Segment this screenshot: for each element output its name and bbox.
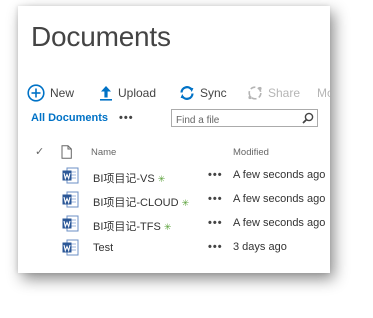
file-name[interactable]: BI项目记-VS ✳ <box>93 170 165 186</box>
file-name-text: BI项目记-CLOUD <box>93 197 179 209</box>
document-icon <box>61 145 72 164</box>
file-row[interactable]: BI项目记-VS ✳ ••• A few seconds ago <box>18 166 330 188</box>
sync-icon <box>179 85 195 101</box>
plus-circle-icon <box>27 84 45 102</box>
file-name-text: BI项目记-TFS <box>93 221 161 233</box>
file-more-button[interactable]: ••• <box>208 169 223 181</box>
sync-button[interactable]: Sync <box>179 82 227 104</box>
file-name[interactable]: BI项目记-CLOUD ✳ <box>93 194 189 210</box>
upload-label: Upload <box>118 86 157 100</box>
new-item-icon: ✳ <box>157 174 166 184</box>
file-row[interactable]: BI项目记-CLOUD ✳ ••• A few seconds ago <box>18 190 330 212</box>
file-row[interactable]: BI项目记-TFS ✳ ••• A few seconds ago <box>18 214 330 236</box>
view-options-button[interactable]: ••• <box>119 112 134 124</box>
file-name[interactable]: Test <box>93 242 113 254</box>
file-more-button[interactable]: ••• <box>208 193 223 205</box>
select-all-checkbox[interactable]: ✓ <box>35 145 44 158</box>
list-header: ✓ Name Modified <box>18 144 330 164</box>
new-label: New <box>50 86 75 100</box>
file-name[interactable]: BI项目记-TFS ✳ <box>93 218 171 234</box>
file-more-button[interactable]: ••• <box>208 217 223 229</box>
file-row[interactable]: Test ••• 3 days ago <box>18 238 330 260</box>
word-document-icon <box>62 191 79 213</box>
more-commands-button[interactable]: Mo <box>317 82 330 104</box>
word-document-icon <box>62 215 79 237</box>
upload-arrow-icon <box>99 85 113 101</box>
view-bar: All Documents ••• <box>31 109 330 130</box>
file-more-button[interactable]: ••• <box>208 241 223 253</box>
file-modified: A few seconds ago <box>233 169 326 181</box>
upload-button[interactable]: Upload <box>99 82 156 104</box>
search-input[interactable] <box>172 112 296 129</box>
document-library-panel: Documents New Upload Sync Share M All Do… <box>18 6 330 273</box>
word-document-icon <box>62 167 79 189</box>
file-name-text: Test <box>93 242 114 254</box>
share-label: Share <box>268 86 301 100</box>
file-modified: 3 days ago <box>233 241 287 253</box>
search-box <box>171 109 318 129</box>
sync-label: Sync <box>200 86 227 100</box>
search-icon[interactable] <box>302 111 314 129</box>
file-modified: A few seconds ago <box>233 217 326 229</box>
command-bar: New Upload Sync Share M <box>27 82 330 104</box>
view-all-documents[interactable]: All Documents <box>31 112 108 124</box>
page-title: Documents <box>31 21 171 52</box>
word-document-icon <box>62 239 79 261</box>
share-icon <box>247 85 263 101</box>
more-commands-label: Mo <box>317 86 330 100</box>
share-button[interactable]: Share <box>247 82 300 104</box>
column-header-modified[interactable]: Modified <box>233 147 269 158</box>
column-header-name[interactable]: Name <box>91 147 116 158</box>
new-item-icon: ✳ <box>163 222 172 232</box>
new-button[interactable]: New <box>27 82 74 104</box>
new-item-icon: ✳ <box>181 198 190 208</box>
file-name-text: BI项目记-VS <box>93 173 155 185</box>
file-modified: A few seconds ago <box>233 193 326 205</box>
